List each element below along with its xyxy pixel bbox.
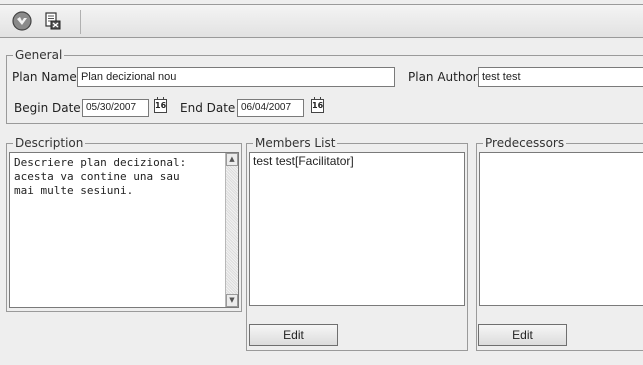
members-edit-button[interactable]: Edit [249,324,338,346]
description-textarea[interactable]: Descriere plan decizional: acesta va con… [9,152,239,308]
end-date-field[interactable]: 06/04/2007 [237,99,304,117]
end-date-calendar-icon[interactable]: 16 [311,97,324,113]
close-document-icon [45,12,61,30]
plan-author-field[interactable]: test test [478,67,643,87]
description-legend: Description [15,136,84,150]
close-document-button[interactable] [40,9,64,33]
plan-name-field[interactable]: Plan decizional nou [77,67,395,87]
end-date-label: End Date [180,101,236,115]
predecessors-list[interactable] [479,152,643,306]
begin-date-field[interactable]: 05/30/2007 [82,99,149,117]
save-button[interactable] [10,9,34,33]
members-list[interactable]: test test[Facilitator] [249,152,465,306]
save-icon [12,11,32,31]
plan-name-label: Plan Name [12,70,77,84]
general-legend: General [15,48,63,62]
begin-date-calendar-icon[interactable]: 16 [154,97,167,113]
scroll-down-icon[interactable]: ▼ [226,294,238,307]
scroll-up-icon[interactable]: ▲ [226,153,238,166]
predecessors-legend: Predecessors [485,136,565,150]
plan-author-label: Plan Author [408,70,478,84]
predecessors-edit-button[interactable]: Edit [478,324,567,346]
list-item[interactable]: test test[Facilitator] [250,153,464,170]
toolbar [0,4,643,38]
begin-date-label: Begin Date [14,101,81,115]
toolbar-separator [80,10,81,34]
description-scrollbar[interactable]: ▲ ▼ [225,153,238,307]
members-legend: Members List [255,136,336,150]
